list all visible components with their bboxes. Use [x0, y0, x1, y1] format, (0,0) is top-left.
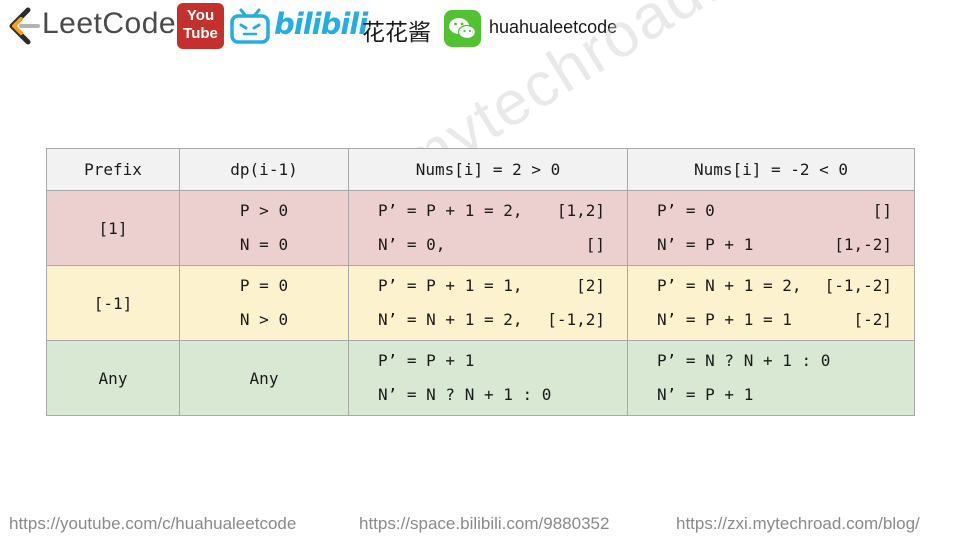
negative-transition-cell: P’ = N ? N + 1 : 0 N’ = P + 1	[627, 340, 915, 416]
table-row: [-1] P = 0 N > 0 P’ = P + 1 = 1, [2] N’ …	[46, 265, 915, 341]
subarray-value: []	[585, 235, 605, 254]
transition-expr: N’ = 0,	[378, 235, 446, 254]
positive-transition-cell: P’ = P + 1 N’ = N ? N + 1 : 0	[348, 340, 628, 416]
subarray-value: [1,-2]	[834, 235, 892, 254]
blog-url[interactable]: https://zxi.mytechroad.com/blog/	[676, 514, 920, 534]
transition-line: N’ = N ? N + 1 : 0	[378, 385, 552, 404]
table-row: Any Any P’ = P + 1 N’ = N ? N + 1 : 0 P’…	[46, 340, 915, 416]
subarray-value: [-2]	[853, 310, 892, 329]
channel-name-chinese: 花花酱	[362, 20, 431, 46]
transition-line: P’ = P + 1 = 2, [1,2]	[350, 194, 627, 228]
prefix-cell: [-1]	[46, 265, 180, 341]
transition-expr: P’ = N + 1 = 2,	[657, 276, 802, 295]
transition-expr: N’ = P + 1	[657, 235, 754, 254]
dp-line: P > 0	[239, 201, 289, 220]
transition-expr: P’ = P + 1 = 1,	[378, 276, 523, 295]
dp-line: P = 0	[239, 276, 289, 295]
transition-line: N’ = 0, []	[350, 228, 627, 262]
channel-handle: huahualeetcode	[489, 17, 618, 37]
negative-transition-cell: P’ = 0 [] N’ = P + 1 [1,-2]	[627, 190, 915, 266]
dp-cell: P = 0 N > 0	[179, 265, 349, 341]
header-bar: LeetCode You Tube bilibili 花花酱 huahualee…	[0, 0, 960, 56]
subarray-value: [2]	[576, 276, 605, 295]
transition-line: N’ = N + 1 = 2, [-1,2]	[350, 303, 627, 337]
header-prefix: Prefix	[46, 148, 180, 191]
bilibili-wordmark: bilibili	[274, 7, 368, 41]
transition-expr: N’ = N + 1 = 2,	[378, 310, 523, 329]
transition-expr: P’ = 0	[657, 201, 715, 220]
subarray-value: [-1,-2]	[824, 276, 892, 295]
table-row: [1] P > 0 N = 0 P’ = P + 1 = 2, [1,2] N’…	[46, 190, 915, 266]
transition-line: P’ = 0 []	[629, 194, 914, 228]
positive-transition-cell: P’ = P + 1 = 1, [2] N’ = N + 1 = 2, [-1,…	[348, 265, 628, 341]
dp-cell: Any	[179, 340, 349, 416]
subarray-value: []	[872, 201, 892, 220]
bilibili-tv-icon	[230, 8, 270, 44]
dp-line: N = 0	[239, 235, 289, 254]
youtube-logo-top-text: You	[186, 7, 215, 24]
leetcode-wordmark: LeetCode	[42, 7, 177, 40]
negative-transition-cell: P’ = N + 1 = 2, [-1,-2] N’ = P + 1 = 1 […	[627, 265, 915, 341]
transition-expr: P’ = P + 1 = 2,	[378, 201, 523, 220]
bilibili-url[interactable]: https://space.bilibili.com/9880352	[359, 514, 609, 534]
header-dp: dp(i-1)	[179, 148, 349, 191]
transition-line: P’ = P + 1	[378, 351, 475, 370]
transition-line: N’ = P + 1	[657, 385, 754, 404]
dp-cell: P > 0 N = 0	[179, 190, 349, 266]
dp-line: N > 0	[239, 310, 289, 329]
transition-line: P’ = N + 1 = 2, [-1,-2]	[629, 269, 914, 303]
transition-line: N’ = P + 1 = 1 [-2]	[629, 303, 914, 337]
dp-transition-table: Prefix dp(i-1) Nums[i] = 2 > 0 Nums[i] =…	[46, 148, 915, 416]
leetcode-logo-icon	[9, 7, 40, 45]
table-header-row: Prefix dp(i-1) Nums[i] = 2 > 0 Nums[i] =…	[46, 148, 915, 191]
youtube-logo-bottom-text: Tube	[183, 25, 218, 42]
positive-transition-cell: P’ = P + 1 = 2, [1,2] N’ = 0, []	[348, 190, 628, 266]
subarray-value: [1,2]	[556, 201, 605, 220]
subarray-value: [-1,2]	[547, 310, 605, 329]
transition-expr: N’ = P + 1 = 1	[657, 310, 792, 329]
youtube-url[interactable]: https://youtube.com/c/huahualeetcode	[9, 514, 296, 534]
wechat-logo-icon	[444, 10, 481, 47]
header-positive-num: Nums[i] = 2 > 0	[348, 148, 628, 191]
prefix-cell: [1]	[46, 190, 180, 266]
youtube-logo-icon: You Tube	[177, 3, 224, 49]
header-negative-num: Nums[i] = -2 < 0	[627, 148, 915, 191]
prefix-cell: Any	[46, 340, 180, 416]
transition-line: N’ = P + 1 [1,-2]	[629, 228, 914, 262]
transition-line: P’ = P + 1 = 1, [2]	[350, 269, 627, 303]
transition-line: P’ = N ? N + 1 : 0	[657, 351, 831, 370]
